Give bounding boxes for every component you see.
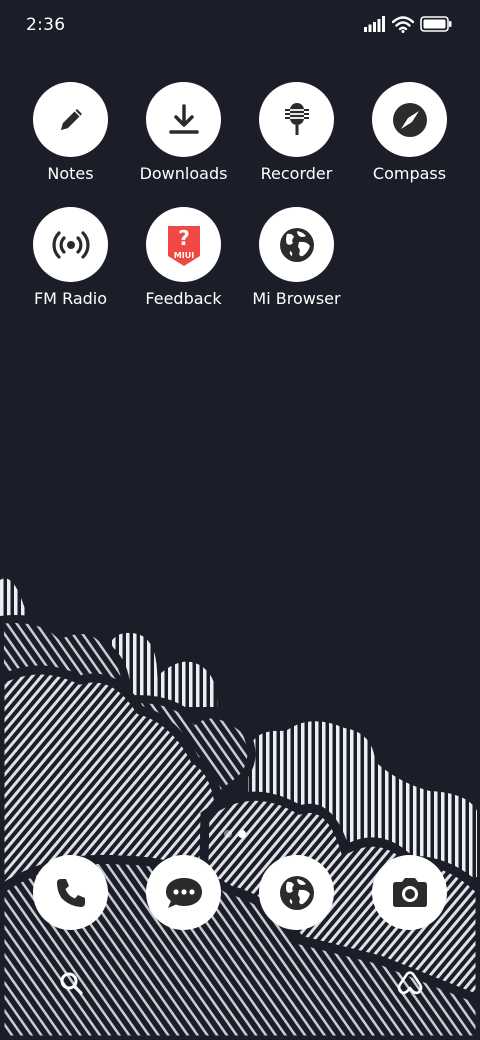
- app-icon-bg: [372, 82, 447, 157]
- compass-icon: [392, 102, 427, 137]
- app-icon-bg: [259, 82, 334, 157]
- app-icon-bg: [259, 207, 334, 282]
- app-label: Compass: [372, 164, 447, 183]
- app-mi-browser[interactable]: Mi Browser: [240, 207, 353, 308]
- page-dot[interactable]: [224, 830, 232, 838]
- feedback-badge-text: MIUI: [173, 251, 193, 260]
- status-icons: [364, 16, 454, 34]
- chat-bubble-icon: [165, 877, 202, 908]
- assistant-button[interactable]: [395, 968, 425, 998]
- assistant-icon: [397, 971, 423, 995]
- app-icon-bg: ? MIUI: [146, 207, 221, 282]
- app-recorder[interactable]: Recorder: [240, 82, 353, 183]
- feedback-symbol: ?: [178, 226, 190, 250]
- search-button[interactable]: [56, 968, 86, 998]
- feedback-icon: ? MIUI: [167, 225, 200, 266]
- app-notes[interactable]: Notes: [14, 82, 127, 183]
- app-compass[interactable]: Compass: [353, 82, 466, 183]
- app-label: Recorder: [260, 164, 333, 183]
- search-icon: [60, 972, 83, 995]
- page-indicator: [0, 830, 480, 840]
- pencil-icon: [60, 108, 82, 130]
- dock-messages[interactable]: [146, 855, 221, 930]
- battery-icon: [420, 16, 452, 32]
- download-icon: [168, 103, 199, 134]
- signal-icon: [364, 16, 385, 32]
- dock-camera[interactable]: [372, 855, 447, 930]
- page-dot-active[interactable]: [238, 830, 246, 838]
- app-icon-bg: [33, 82, 108, 157]
- dock-browser[interactable]: [259, 855, 334, 930]
- app-fm-radio[interactable]: FM Radio: [14, 207, 127, 308]
- camera-icon: [392, 877, 427, 907]
- app-label: Notes: [47, 164, 94, 183]
- wifi-icon: [392, 16, 414, 33]
- radio-broadcast-icon: [51, 230, 90, 259]
- globe-icon: [279, 227, 314, 262]
- globe-icon: [279, 875, 314, 910]
- phone-icon: [56, 878, 85, 907]
- microphone-icon: [284, 102, 309, 135]
- app-feedback[interactable]: ? MIUI Feedback: [127, 207, 240, 308]
- app-downloads[interactable]: Downloads: [127, 82, 240, 183]
- app-icon-bg: [33, 207, 108, 282]
- dock-phone[interactable]: [33, 855, 108, 930]
- status-bar: 2:36: [0, 0, 480, 50]
- status-time: 2:36: [26, 15, 66, 35]
- app-label: Mi Browser: [252, 289, 341, 308]
- app-icon-bg: [146, 82, 221, 157]
- app-label: FM Radio: [33, 289, 108, 308]
- app-label: Downloads: [139, 164, 228, 183]
- app-label: Feedback: [145, 289, 222, 308]
